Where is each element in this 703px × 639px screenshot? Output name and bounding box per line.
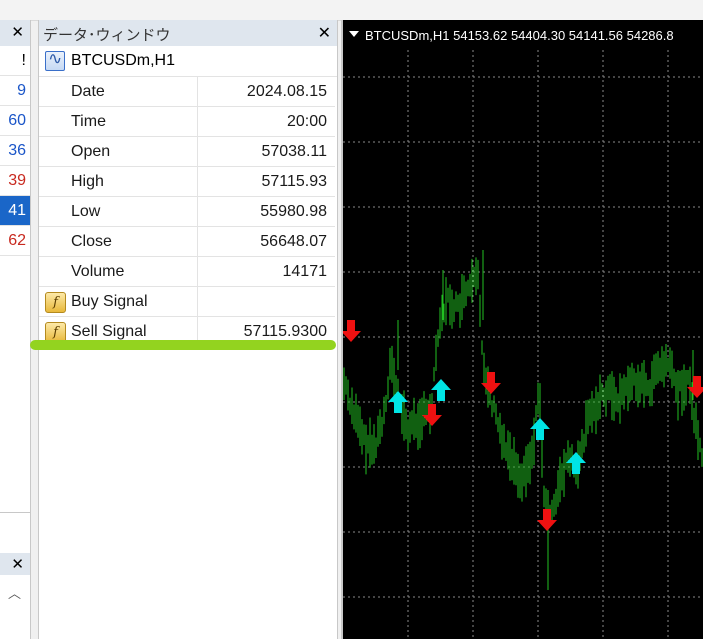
market-watch-row[interactable]: 9 <box>0 76 30 106</box>
row-value: 55980.98 <box>197 196 335 227</box>
table-row: Volume 14171 <box>39 256 335 287</box>
data-window-panel: データ･ウィンドウ ✕ BTCUSDm,H1 Date 2024.08.15 T… <box>38 20 338 639</box>
close-icon[interactable]: ✕ <box>11 23 24 41</box>
row-value: 2024.08.15 <box>197 77 335 107</box>
row-label: High <box>39 166 198 197</box>
row-label: Volume <box>39 256 198 287</box>
row-label: Low <box>39 196 198 227</box>
table-row: Open 57038.11 <box>39 136 335 167</box>
divider <box>0 512 30 513</box>
close-icon[interactable]: ✕ <box>318 23 331 43</box>
chevron-up-icon[interactable]: ︿ <box>8 583 21 602</box>
chart-menu-triangle-icon[interactable] <box>349 31 359 37</box>
buy-signal-value <box>197 286 335 317</box>
signal-arrows <box>343 320 703 531</box>
chart-grid <box>343 50 703 639</box>
buy-signal-arrow-icon <box>431 379 451 401</box>
sell-signal-label: Sell Signal <box>71 322 147 340</box>
symbol-label: BTCUSDm,H1 <box>71 52 176 69</box>
data-window-title: データ･ウィンドウ <box>43 27 171 44</box>
data-table: Date 2024.08.15 Time 20:00 Open 57038.11… <box>39 77 335 347</box>
row-value: 56648.07 <box>197 226 335 257</box>
row-value: 57038.11 <box>197 136 335 167</box>
chart-canvas[interactable]: BTCUSDm,H1 54153.62 54404.30 54141.56 54… <box>343 20 703 639</box>
row-value: 20:00 <box>197 106 335 137</box>
market-watch-row[interactable]: 36 <box>0 136 30 166</box>
market-watch-row[interactable]: 39 <box>0 166 30 196</box>
row-value: 57115.93 <box>197 166 335 197</box>
market-watch-row[interactable]: ! <box>0 46 30 76</box>
top-strip <box>0 0 703 21</box>
row-label: f Buy Signal <box>39 286 198 317</box>
data-window-header: データ･ウィンドウ ✕ <box>39 20 337 46</box>
row-value: 14171 <box>197 256 335 287</box>
sell-signal-arrow-icon <box>687 376 703 398</box>
highlight-underline <box>30 340 336 350</box>
row-label: Date <box>39 77 198 107</box>
market-watch-row[interactable]: 60 <box>0 106 30 136</box>
chart-header-text: BTCUSDm,H1 54153.62 54404.30 54141.56 54… <box>365 28 674 43</box>
table-row: f Buy Signal <box>39 286 335 317</box>
table-row: Date 2024.08.15 <box>39 77 335 107</box>
chart-window-icon <box>45 49 65 71</box>
buy-signal-arrow-icon <box>566 452 586 474</box>
row-label: Open <box>39 136 198 167</box>
row-label: Close <box>39 226 198 257</box>
sell-signal-arrow-icon <box>343 320 361 342</box>
table-row: Low 55980.98 <box>39 196 335 227</box>
table-row: Time 20:00 <box>39 106 335 137</box>
row-label: Time <box>39 106 198 137</box>
table-row: High 57115.93 <box>39 166 335 197</box>
buy-signal-arrow-icon <box>530 418 550 440</box>
indicator-icon: f <box>45 292 66 313</box>
symbol-row: BTCUSDm,H1 <box>39 46 337 77</box>
market-watch-row-selected[interactable]: 41 <box>0 196 30 226</box>
market-watch-row[interactable]: 62 <box>0 226 30 256</box>
market-watch-header: ✕ <box>0 20 30 46</box>
price-chart[interactable]: BTCUSDm,H1 54153.62 54404.30 54141.56 54… <box>341 20 703 639</box>
close-icon[interactable]: ✕ <box>11 555 24 573</box>
price-bars <box>343 250 703 590</box>
buy-signal-label: Buy Signal <box>71 292 148 310</box>
navigator-header: ✕ <box>0 553 30 575</box>
sell-signal-arrow-icon <box>422 404 442 426</box>
table-row: Close 56648.07 <box>39 226 335 257</box>
buy-signal-arrow-icon <box>388 391 408 413</box>
market-watch-panel: ✕ ! 9 60 36 39 41 62 ✕ ︿ <box>0 20 31 639</box>
